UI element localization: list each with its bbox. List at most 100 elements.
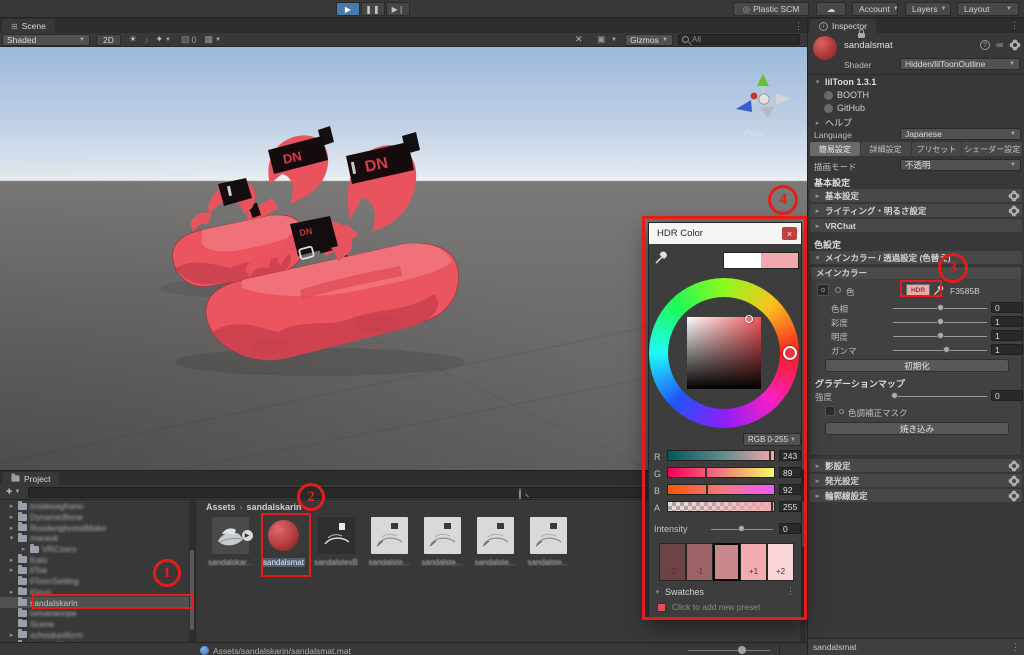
b-slider[interactable] bbox=[667, 484, 775, 495]
presets-icon[interactable]: ≔ bbox=[995, 40, 1004, 51]
reset-button[interactable]: 初期化 bbox=[825, 359, 1009, 372]
panel-menu-icon[interactable]: ⋮ bbox=[794, 21, 803, 32]
orientation-gizmo[interactable] bbox=[728, 70, 798, 126]
asset-item-texture[interactable]: sandalste... bbox=[526, 517, 570, 567]
tree-scrollbar-thumb[interactable] bbox=[190, 550, 194, 630]
tree-item[interactable]: ▸liToe bbox=[0, 565, 195, 576]
swatches-menu-icon[interactable]: ⋮ bbox=[786, 586, 795, 597]
slider-thumb[interactable] bbox=[937, 332, 944, 339]
shader-dropdown[interactable]: Hidden/lilToonOutline▼ bbox=[900, 58, 1020, 70]
asset-item-texture[interactable]: sandalste... bbox=[473, 517, 517, 567]
tree-item[interactable]: ▸VRCzero bbox=[0, 544, 195, 555]
lock-icon[interactable] bbox=[858, 33, 865, 38]
sandals-3d-model[interactable]: DN DN bbox=[150, 120, 470, 420]
tab-scene[interactable]: ⊞ Scene bbox=[2, 19, 55, 33]
slider-thumb[interactable] bbox=[738, 525, 745, 532]
effects-toggle-icon[interactable]: ✦ bbox=[155, 34, 163, 45]
gear-icon[interactable] bbox=[1011, 41, 1019, 49]
tab-simple-settings[interactable]: 簡易設定 bbox=[810, 142, 860, 156]
hue-value[interactable]: 0 bbox=[991, 302, 1023, 313]
gear-icon[interactable] bbox=[1010, 192, 1018, 200]
channel-thumb[interactable] bbox=[705, 468, 707, 477]
exposure-plus2-swatch[interactable]: +2 bbox=[767, 543, 794, 581]
hue-slider[interactable] bbox=[893, 308, 987, 309]
eyedropper-icon[interactable] bbox=[933, 284, 945, 296]
language-dropdown[interactable]: Japanese▼ bbox=[900, 128, 1021, 140]
gear-icon[interactable] bbox=[1010, 207, 1018, 215]
foldout-arrow-icon[interactable]: ▾ bbox=[8, 534, 15, 542]
tree-item[interactable]: ▾meraok bbox=[0, 533, 195, 544]
help-icon[interactable]: ? bbox=[980, 40, 990, 50]
thumbnail-zoom-slider[interactable] bbox=[688, 650, 770, 651]
channel-thumb[interactable] bbox=[706, 485, 708, 494]
tab-shader-settings[interactable]: シェーダー設定 bbox=[962, 142, 1022, 156]
tab-project[interactable]: Project bbox=[2, 472, 59, 485]
chevron-down-icon[interactable]: ▼ bbox=[215, 37, 221, 43]
help-foldout[interactable]: ▸ヘルプ bbox=[814, 116, 852, 129]
layers-dropdown[interactable]: Layers▼ bbox=[905, 2, 951, 16]
g-value[interactable]: 89 bbox=[779, 467, 801, 478]
gear-icon[interactable] bbox=[1010, 477, 1018, 485]
tree-item-sandalskarin[interactable]: sandalskarin bbox=[0, 597, 195, 608]
exposure-minus1-swatch[interactable]: -1 bbox=[686, 543, 713, 581]
section-vrchat[interactable]: ▸VRChat bbox=[810, 219, 1022, 232]
tree-item[interactable]: liToonSetting bbox=[0, 576, 195, 587]
cloud-button[interactable]: ☁ bbox=[816, 2, 846, 16]
close-icon[interactable]: × bbox=[782, 227, 797, 240]
foldout-arrow-icon[interactable]: ▸ bbox=[20, 545, 27, 553]
g-slider[interactable] bbox=[667, 467, 775, 478]
foldout-arrow-icon[interactable]: ▸ bbox=[8, 566, 15, 574]
hdr-color-swatch[interactable]: HDR bbox=[906, 284, 930, 296]
texture-slot[interactable] bbox=[817, 284, 829, 296]
r-value[interactable]: 243 bbox=[779, 450, 801, 461]
strength-slider[interactable] bbox=[893, 396, 987, 397]
a-value[interactable]: 255 bbox=[779, 501, 801, 512]
tree-item[interactable]: Scene bbox=[0, 619, 195, 630]
asset-item-texture[interactable]: sandalstexB bbox=[314, 517, 358, 567]
asset-item-model[interactable]: ▶ sandalskar... bbox=[208, 517, 252, 567]
slider-thumb[interactable] bbox=[943, 346, 950, 353]
bake-button[interactable]: 焼き込み bbox=[825, 422, 1009, 435]
gamma-value[interactable]: 1 bbox=[991, 344, 1023, 355]
section-lighting-settings[interactable]: ▸ライティング・明るさ設定 bbox=[810, 204, 1022, 217]
liltoon-version-foldout[interactable]: ▾lilToon 1.3.1 bbox=[814, 77, 876, 87]
foldout-arrow-icon[interactable]: ▸ bbox=[8, 502, 15, 510]
preview-menu-icon[interactable]: ⋮ bbox=[1011, 642, 1020, 653]
section-outline-settings[interactable]: ▸輪郭線設定 bbox=[810, 489, 1022, 502]
gear-icon[interactable] bbox=[1010, 462, 1018, 470]
add-preset-row[interactable]: Click to add new preset bbox=[657, 602, 760, 612]
tree-item[interactable]: lumananope bbox=[0, 608, 195, 619]
asset-item-texture[interactable]: sandalste... bbox=[367, 517, 411, 567]
slider-thumb[interactable] bbox=[937, 304, 944, 311]
breadcrumb-root[interactable]: Assets bbox=[206, 502, 236, 512]
section-shadow-settings[interactable]: ▸影設定 bbox=[810, 459, 1022, 472]
saturation-slider[interactable] bbox=[893, 322, 987, 323]
draw-mode-dropdown[interactable]: Shaded▼ bbox=[2, 34, 90, 46]
hue-wheel-handle[interactable] bbox=[783, 346, 797, 360]
slider-thumb[interactable] bbox=[891, 392, 898, 399]
mask-texture-slot[interactable] bbox=[825, 406, 835, 416]
2d-toggle[interactable]: 2D bbox=[96, 34, 121, 46]
tab-presets[interactable]: プリセット bbox=[912, 142, 962, 156]
grid-toggle-icon[interactable]: ▦ bbox=[204, 34, 213, 45]
foldout-arrow-icon[interactable]: ▸ bbox=[8, 524, 15, 532]
chevron-down-icon[interactable]: ▼ bbox=[611, 37, 617, 43]
booth-link[interactable]: BOOTH bbox=[824, 90, 869, 100]
tree-item[interactable]: ▸Kleyo bbox=[0, 587, 195, 598]
tree-item[interactable]: ▸DynamicBone bbox=[0, 512, 195, 523]
strength-value[interactable]: 0 bbox=[991, 390, 1023, 401]
foldout-arrow-icon[interactable]: ▸ bbox=[8, 631, 15, 639]
foldout-arrow-icon[interactable]: ▸ bbox=[8, 588, 15, 596]
play-button[interactable]: ▶ bbox=[336, 2, 360, 16]
intensity-value[interactable]: 0 bbox=[779, 523, 801, 534]
brightness-slider[interactable] bbox=[893, 336, 987, 337]
audio-toggle-icon[interactable]: ♪ bbox=[144, 35, 149, 45]
hidden-objects-icon[interactable]: ▧ bbox=[181, 34, 190, 45]
plastic-scm-button[interactable]: ◎ Plastic SCM bbox=[733, 2, 809, 16]
github-link[interactable]: GitHub bbox=[824, 103, 865, 113]
sv-box[interactable] bbox=[687, 317, 761, 389]
chevron-down-icon[interactable]: ▼ bbox=[14, 489, 20, 495]
layout-dropdown[interactable]: Layout▼ bbox=[957, 2, 1019, 16]
persp-label[interactable]: Persp bbox=[744, 129, 765, 138]
section-emission-settings[interactable]: ▸発光設定 bbox=[810, 474, 1022, 487]
